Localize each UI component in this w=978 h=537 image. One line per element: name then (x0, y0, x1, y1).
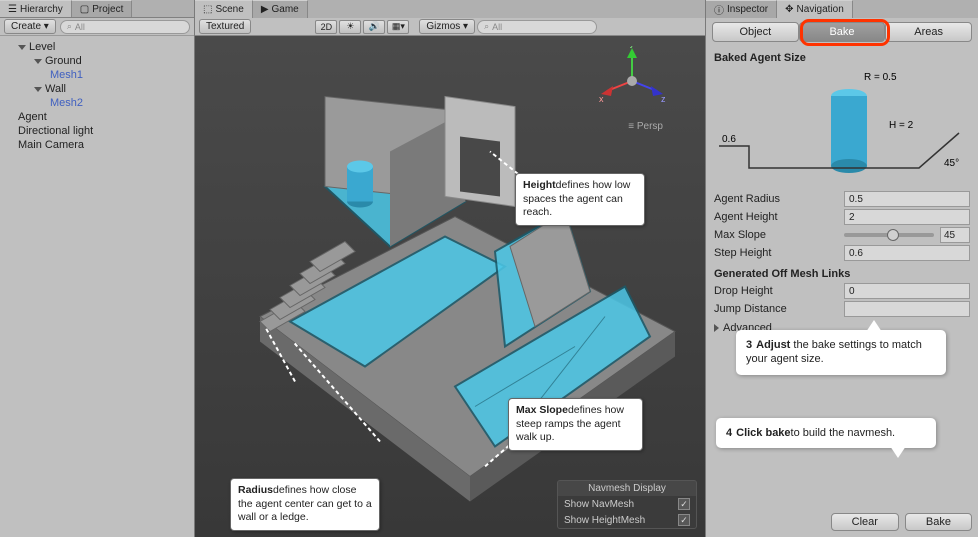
agent-radius-label: Agent Radius (714, 193, 844, 205)
subtab-areas[interactable]: Areas (885, 22, 972, 42)
nav-icon: ✥ (785, 4, 793, 15)
instruction-step3: 3Adjust the bake settings to match your … (736, 330, 946, 375)
step-height-input[interactable]: 0.6 (844, 245, 970, 261)
drop-height-input[interactable]: 0 (844, 283, 970, 299)
scene-icon: ⬚ (203, 4, 212, 15)
orientation-gizmo[interactable]: y z x (597, 46, 667, 116)
subtab-object[interactable]: Object (712, 22, 799, 42)
2d-toggle[interactable]: 2D (315, 20, 337, 34)
tab-game[interactable]: ▶Game (253, 0, 308, 18)
callout-height: Heightdefines how low spaces the agent c… (515, 173, 645, 226)
agent-height-label: Agent Height (714, 211, 844, 223)
agent-height-input[interactable]: 2 (844, 209, 970, 225)
create-dropdown[interactable]: Create ▾ (4, 19, 56, 34)
inspector-tabs: ⓘInspector ✥Navigation (706, 0, 978, 18)
hierarchy-tabs: ☰Hierarchy ▢Project (0, 0, 194, 18)
chevron-down-icon (34, 87, 42, 92)
tab-project[interactable]: ▢Project (72, 0, 133, 17)
chevron-down-icon (18, 45, 26, 50)
show-navmesh-label: Show NavMesh (564, 499, 634, 510)
svg-text:R = 0.5: R = 0.5 (864, 72, 897, 83)
audio-toggle[interactable]: 🔊 (363, 20, 385, 34)
tree-item-camera[interactable]: Main Camera (0, 138, 194, 152)
jump-distance-label: Jump Distance (714, 303, 844, 315)
bake-button[interactable]: Bake (905, 513, 972, 531)
hierarchy-panel: ☰Hierarchy ▢Project Create ▾ ⌕All Level … (0, 0, 195, 537)
tab-navigation[interactable]: ✥Navigation (777, 0, 853, 18)
tab-inspector[interactable]: ⓘInspector (706, 0, 777, 18)
perspective-label[interactable]: ≡ Persp (628, 121, 663, 132)
show-heightmesh-label: Show HeightMesh (564, 515, 645, 526)
shading-dropdown[interactable]: Textured (199, 19, 251, 34)
search-icon: ⌕ (484, 21, 489, 32)
chevron-right-icon (714, 324, 719, 332)
hierarchy-search[interactable]: ⌕All (60, 20, 190, 34)
step-height-label: Step Height (714, 247, 844, 259)
tree-item-agent[interactable]: Agent (0, 110, 194, 124)
navmesh-display-panel: Navmesh Display Show NavMesh ✓ Show Heigh… (557, 480, 697, 529)
show-heightmesh-checkbox[interactable]: ✓ (678, 514, 690, 526)
max-slope-slider[interactable] (844, 233, 934, 237)
callout-maxslope: Max Slopedefines how steep ramps the age… (508, 398, 643, 451)
info-icon: ⓘ (714, 2, 724, 17)
baked-agent-size-header: Baked Agent Size (706, 46, 978, 66)
scene-tabs: ⬚Scene ▶Game (195, 0, 705, 18)
game-icon: ▶ (261, 4, 269, 15)
tree-item-level[interactable]: Level (0, 40, 194, 54)
scene-search[interactable]: ⌕All (477, 20, 597, 34)
navmesh-display-title: Navmesh Display (558, 481, 696, 496)
lighting-toggle[interactable]: ☀ (339, 20, 361, 34)
navigation-panel: ⓘInspector ✥Navigation Object Bake Areas… (706, 0, 978, 537)
offmesh-links-header: Generated Off Mesh Links (706, 262, 978, 282)
tree-item-light[interactable]: Directional light (0, 124, 194, 138)
folder-icon: ▢ (80, 4, 89, 15)
tree-item-ground[interactable]: Ground (0, 54, 194, 68)
scene-panel: ⬚Scene ▶Game Textured 2D ☀ 🔊 ▦▾ Gizmos ▾… (195, 0, 706, 537)
show-navmesh-checkbox[interactable]: ✓ (678, 498, 690, 510)
gizmos-dropdown[interactable]: Gizmos ▾ (419, 19, 475, 34)
svg-text:0.6: 0.6 (722, 134, 736, 145)
clear-button[interactable]: Clear (831, 513, 899, 531)
hierarchy-tree: Level Ground Mesh1 Wall Mesh2 Agent Dire… (0, 36, 194, 156)
bake-buttons: Clear Bake (831, 513, 972, 531)
tab-scene[interactable]: ⬚Scene (195, 0, 253, 18)
navigation-subtabs: Object Bake Areas (706, 18, 978, 46)
max-slope-value[interactable]: 45 (940, 227, 970, 243)
max-slope-label: Max Slope (714, 229, 838, 241)
drop-height-label: Drop Height (714, 285, 844, 297)
svg-text:y: y (630, 46, 635, 48)
jump-distance-input[interactable] (844, 301, 970, 317)
agent-size-diagram: R = 0.5 H = 2 0.6 45° (714, 68, 970, 188)
hierarchy-icon: ☰ (8, 4, 17, 15)
agent-radius-input[interactable]: 0.5 (844, 191, 970, 207)
chevron-down-icon (34, 59, 42, 64)
scene-viewport[interactable]: y z x ≡ Persp Heightdefines how low spac… (195, 36, 705, 537)
svg-text:H = 2: H = 2 (889, 120, 914, 131)
callout-radius: Radiusdefines how close the agent center… (230, 478, 380, 531)
fx-toggle[interactable]: ▦▾ (387, 20, 409, 34)
tree-item-mesh1[interactable]: Mesh1 (0, 68, 194, 82)
instruction-step4: 4Click baketo build the navmesh. (716, 418, 936, 448)
svg-text:z: z (661, 94, 666, 104)
search-icon: ⌕ (67, 21, 72, 32)
subtab-bake[interactable]: Bake (799, 22, 886, 42)
hierarchy-toolbar: Create ▾ ⌕All (0, 18, 194, 36)
scene-toolbar: Textured 2D ☀ 🔊 ▦▾ Gizmos ▾ ⌕All (195, 18, 705, 36)
tree-item-mesh2[interactable]: Mesh2 (0, 96, 194, 110)
tab-hierarchy[interactable]: ☰Hierarchy (0, 0, 72, 17)
svg-text:45°: 45° (944, 158, 959, 169)
tree-item-wall[interactable]: Wall (0, 82, 194, 96)
svg-text:x: x (599, 94, 604, 104)
